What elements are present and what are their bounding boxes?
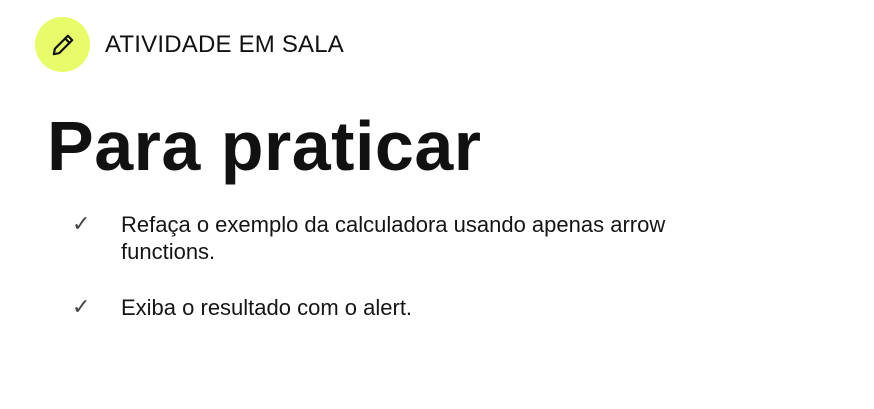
page-title: Para praticar — [47, 107, 482, 185]
pencil-badge — [35, 17, 90, 72]
section-header: ATIVIDADE EM SALA — [35, 17, 344, 72]
section-label: ATIVIDADE EM SALA — [105, 30, 345, 58]
list-item: ✓ Exiba o resultado com o alert. — [72, 294, 772, 321]
task-list: ✓ Refaça o exemplo da calculadora usando… — [72, 211, 772, 350]
checkmark-icon: ✓ — [72, 212, 91, 237]
pencil-icon — [50, 32, 76, 58]
list-item-text: Exiba o resultado com o alert. — [121, 295, 413, 320]
list-item-text: Refaça o exemplo da calculadora usando a… — [121, 212, 666, 264]
checkmark-icon: ✓ — [72, 295, 91, 320]
list-item: ✓ Refaça o exemplo da calculadora usando… — [72, 211, 772, 265]
